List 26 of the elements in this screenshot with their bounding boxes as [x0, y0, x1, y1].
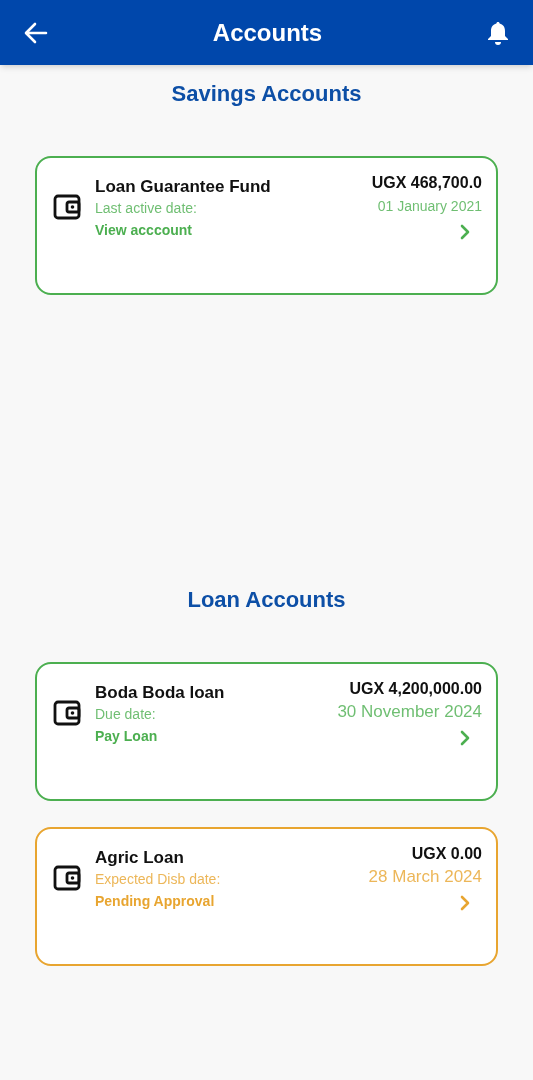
chevron-right-icon[interactable] [460, 224, 470, 240]
notification-bell-icon[interactable] [487, 20, 509, 45]
chevron-right-icon[interactable] [460, 895, 470, 911]
date-label: Due date: [95, 705, 157, 724]
account-card[interactable]: Agric Loan Expected Disb date: Pending Approval UGX 0.00 28 March 2024 [35, 827, 498, 966]
wallet-icon [53, 700, 81, 726]
account-amount: UGX 4,200,000.00 [349, 679, 482, 699]
account-card[interactable]: Boda Boda loan Due date: Pay Loan UGX 4,200,000.00 30 November 2024 [35, 662, 498, 801]
date-value: 01 January 2021 [377, 197, 482, 216]
account-name: Agric Loan [95, 847, 185, 869]
wallet-icon [53, 865, 81, 891]
date-label: Expected Disb date: [95, 870, 222, 889]
section-heading: Savings Accounts [171, 81, 362, 106]
date-label: Last active date: [95, 199, 198, 218]
screen-title: Accounts [212, 17, 323, 48]
date-value: 30 November 2024 [337, 701, 482, 723]
back-arrow-icon[interactable] [24, 21, 48, 44]
date-value: 28 March 2024 [368, 866, 482, 888]
section-heading: Loan Accounts [187, 587, 346, 612]
account-name: Loan Guarantee Fund [95, 176, 272, 198]
account-amount: UGX 0.00 [411, 844, 482, 864]
chevron-right-icon[interactable] [460, 730, 470, 746]
account-name: Boda Boda loan [95, 682, 226, 704]
account-card[interactable]: Loan Guarantee Fund Last active date: View acccount UGX 468,700.0 01 January 2021 [35, 156, 498, 295]
wallet-icon [53, 194, 81, 220]
account-amount: UGX 468,700.0 [371, 173, 482, 193]
